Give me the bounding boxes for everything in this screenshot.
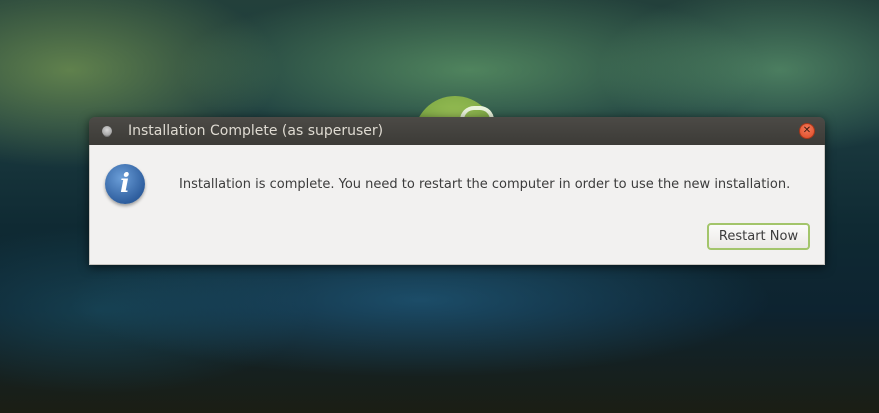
window-title: Installation Complete (as superuser) xyxy=(128,123,384,139)
dialog-message: Installation is complete. You need to re… xyxy=(179,177,791,192)
dialog-content: i Installation is complete. You need to … xyxy=(89,145,825,265)
close-button[interactable]: ✕ xyxy=(799,123,815,139)
installer-app-icon xyxy=(102,126,112,136)
desktop-background: Installation Complete (as superuser) ✕ i… xyxy=(0,0,879,413)
installation-complete-dialog: Installation Complete (as superuser) ✕ i… xyxy=(89,117,825,265)
info-icon-glyph: i xyxy=(120,169,130,199)
close-icon: ✕ xyxy=(802,125,812,136)
info-icon: i xyxy=(105,164,145,204)
dialog-titlebar[interactable]: Installation Complete (as superuser) ✕ xyxy=(89,117,825,145)
restart-now-button[interactable]: Restart Now xyxy=(707,223,810,250)
